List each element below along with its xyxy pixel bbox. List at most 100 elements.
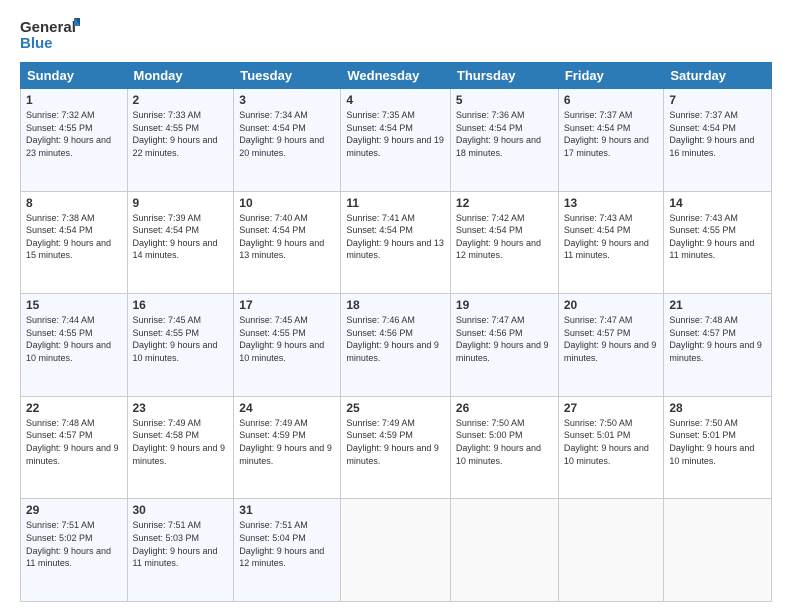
day-info: Sunrise: 7:35 AMSunset: 4:54 PMDaylight:… <box>346 109 445 159</box>
day-info: Sunrise: 7:50 AMSunset: 5:01 PMDaylight:… <box>564 417 659 467</box>
day-header-thursday: Thursday <box>450 63 558 89</box>
day-number: 3 <box>239 93 335 107</box>
calendar-cell: 8 Sunrise: 7:38 AMSunset: 4:54 PMDaylight… <box>21 191 128 294</box>
logo: General Blue <box>20 16 80 52</box>
calendar-table: SundayMondayTuesdayWednesdayThursdayFrid… <box>20 62 772 602</box>
day-number: 8 <box>26 196 122 210</box>
day-number: 4 <box>346 93 445 107</box>
day-info: Sunrise: 7:45 AMSunset: 4:55 PMDaylight:… <box>133 314 229 364</box>
day-header-saturday: Saturday <box>664 63 772 89</box>
day-number: 31 <box>239 503 335 517</box>
calendar-cell: 29 Sunrise: 7:51 AMSunset: 5:02 PMDayligh… <box>21 499 128 602</box>
day-info: Sunrise: 7:48 AMSunset: 4:57 PMDaylight:… <box>26 417 122 467</box>
day-info: Sunrise: 7:49 AMSunset: 4:59 PMDaylight:… <box>239 417 335 467</box>
calendar-header-row: SundayMondayTuesdayWednesdayThursdayFrid… <box>21 63 772 89</box>
logo-svg: General Blue <box>20 16 80 52</box>
calendar-week-1: 1 Sunrise: 7:32 AMSunset: 4:55 PMDaylight… <box>21 89 772 192</box>
calendar-cell: 31 Sunrise: 7:51 AMSunset: 5:04 PMDayligh… <box>234 499 341 602</box>
day-info: Sunrise: 7:33 AMSunset: 4:55 PMDaylight:… <box>133 109 229 159</box>
calendar-cell: 20 Sunrise: 7:47 AMSunset: 4:57 PMDayligh… <box>558 294 664 397</box>
day-header-tuesday: Tuesday <box>234 63 341 89</box>
calendar-cell: 3Sunrise: 7:34 AMSunset: 4:54 PMDaylight… <box>234 89 341 192</box>
day-number: 21 <box>669 298 766 312</box>
calendar-cell: 17 Sunrise: 7:45 AMSunset: 4:55 PMDayligh… <box>234 294 341 397</box>
day-info: Sunrise: 7:43 AMSunset: 4:55 PMDaylight:… <box>669 212 766 262</box>
calendar-cell: 30 Sunrise: 7:51 AMSunset: 5:03 PMDayligh… <box>127 499 234 602</box>
day-header-wednesday: Wednesday <box>341 63 451 89</box>
day-header-sunday: Sunday <box>21 63 128 89</box>
calendar-week-4: 22Sunrise: 7:48 AMSunset: 4:57 PMDayligh… <box>21 396 772 499</box>
day-number: 2 <box>133 93 229 107</box>
day-info: Sunrise: 7:49 AMSunset: 4:59 PMDaylight:… <box>346 417 445 467</box>
day-number: 29 <box>26 503 122 517</box>
day-info: Sunrise: 7:42 AMSunset: 4:54 PMDaylight:… <box>456 212 553 262</box>
day-number: 19 <box>456 298 553 312</box>
day-info: Sunrise: 7:51 AMSunset: 5:03 PMDaylight:… <box>133 519 229 569</box>
day-info: Sunrise: 7:39 AMSunset: 4:54 PMDaylight:… <box>133 212 229 262</box>
day-info: Sunrise: 7:38 AMSunset: 4:54 PMDaylight:… <box>26 212 122 262</box>
day-number: 17 <box>239 298 335 312</box>
day-info: Sunrise: 7:45 AMSunset: 4:55 PMDaylight:… <box>239 314 335 364</box>
calendar-cell <box>558 499 664 602</box>
calendar-cell: 18Sunrise: 7:46 AMSunset: 4:56 PMDayligh… <box>341 294 451 397</box>
day-number: 15 <box>26 298 122 312</box>
day-info: Sunrise: 7:41 AMSunset: 4:54 PMDaylight:… <box>346 212 445 262</box>
calendar-cell: 21 Sunrise: 7:48 AMSunset: 4:57 PMDayligh… <box>664 294 772 397</box>
day-number: 11 <box>346 196 445 210</box>
day-number: 27 <box>564 401 659 415</box>
page-header: General Blue <box>20 16 772 52</box>
day-number: 20 <box>564 298 659 312</box>
day-number: 7 <box>669 93 766 107</box>
calendar-cell <box>341 499 451 602</box>
day-info: Sunrise: 7:50 AMSunset: 5:01 PMDaylight:… <box>669 417 766 467</box>
calendar-cell: 28 Sunrise: 7:50 AMSunset: 5:01 PMDayligh… <box>664 396 772 499</box>
calendar-cell: 14Sunrise: 7:43 AMSunset: 4:55 PMDayligh… <box>664 191 772 294</box>
day-number: 28 <box>669 401 766 415</box>
calendar-cell: 9 Sunrise: 7:39 AMSunset: 4:54 PMDaylight… <box>127 191 234 294</box>
calendar-cell: 5 Sunrise: 7:36 AMSunset: 4:54 PMDaylight… <box>450 89 558 192</box>
day-number: 16 <box>133 298 229 312</box>
day-header-friday: Friday <box>558 63 664 89</box>
calendar-cell <box>664 499 772 602</box>
calendar-cell: 6Sunrise: 7:37 AMSunset: 4:54 PMDaylight… <box>558 89 664 192</box>
day-info: Sunrise: 7:37 AMSunset: 4:54 PMDaylight:… <box>669 109 766 159</box>
calendar-cell: 16 Sunrise: 7:45 AMSunset: 4:55 PMDayligh… <box>127 294 234 397</box>
calendar-cell <box>450 499 558 602</box>
calendar-cell: 22Sunrise: 7:48 AMSunset: 4:57 PMDayligh… <box>21 396 128 499</box>
calendar-cell: 12Sunrise: 7:42 AMSunset: 4:54 PMDayligh… <box>450 191 558 294</box>
day-info: Sunrise: 7:51 AMSunset: 5:02 PMDaylight:… <box>26 519 122 569</box>
calendar-cell: 27 Sunrise: 7:50 AMSunset: 5:01 PMDayligh… <box>558 396 664 499</box>
day-number: 9 <box>133 196 229 210</box>
day-number: 6 <box>564 93 659 107</box>
calendar-cell: 2 Sunrise: 7:33 AMSunset: 4:55 PMDaylight… <box>127 89 234 192</box>
calendar-cell: 1 Sunrise: 7:32 AMSunset: 4:55 PMDaylight… <box>21 89 128 192</box>
calendar-cell: 7 Sunrise: 7:37 AMSunset: 4:54 PMDaylight… <box>664 89 772 192</box>
calendar-week-5: 29 Sunrise: 7:51 AMSunset: 5:02 PMDayligh… <box>21 499 772 602</box>
day-header-monday: Monday <box>127 63 234 89</box>
day-number: 13 <box>564 196 659 210</box>
day-info: Sunrise: 7:49 AMSunset: 4:58 PMDaylight:… <box>133 417 229 467</box>
svg-text:General: General <box>20 19 76 36</box>
calendar-cell: 23 Sunrise: 7:49 AMSunset: 4:58 PMDayligh… <box>127 396 234 499</box>
day-info: Sunrise: 7:44 AMSunset: 4:55 PMDaylight:… <box>26 314 122 364</box>
day-info: Sunrise: 7:43 AMSunset: 4:54 PMDaylight:… <box>564 212 659 262</box>
day-number: 30 <box>133 503 229 517</box>
day-number: 5 <box>456 93 553 107</box>
day-info: Sunrise: 7:51 AMSunset: 5:04 PMDaylight:… <box>239 519 335 569</box>
day-info: Sunrise: 7:36 AMSunset: 4:54 PMDaylight:… <box>456 109 553 159</box>
day-number: 24 <box>239 401 335 415</box>
day-info: Sunrise: 7:47 AMSunset: 4:57 PMDaylight:… <box>564 314 659 364</box>
svg-text:Blue: Blue <box>20 35 53 52</box>
calendar-cell: 10Sunrise: 7:40 AMSunset: 4:54 PMDayligh… <box>234 191 341 294</box>
day-info: Sunrise: 7:48 AMSunset: 4:57 PMDaylight:… <box>669 314 766 364</box>
day-info: Sunrise: 7:47 AMSunset: 4:56 PMDaylight:… <box>456 314 553 364</box>
day-number: 26 <box>456 401 553 415</box>
day-number: 23 <box>133 401 229 415</box>
day-number: 25 <box>346 401 445 415</box>
day-number: 10 <box>239 196 335 210</box>
day-info: Sunrise: 7:46 AMSunset: 4:56 PMDaylight:… <box>346 314 445 364</box>
day-number: 1 <box>26 93 122 107</box>
day-info: Sunrise: 7:32 AMSunset: 4:55 PMDaylight:… <box>26 109 122 159</box>
calendar-week-3: 15 Sunrise: 7:44 AMSunset: 4:55 PMDayligh… <box>21 294 772 397</box>
calendar-cell: 11 Sunrise: 7:41 AMSunset: 4:54 PMDayligh… <box>341 191 451 294</box>
